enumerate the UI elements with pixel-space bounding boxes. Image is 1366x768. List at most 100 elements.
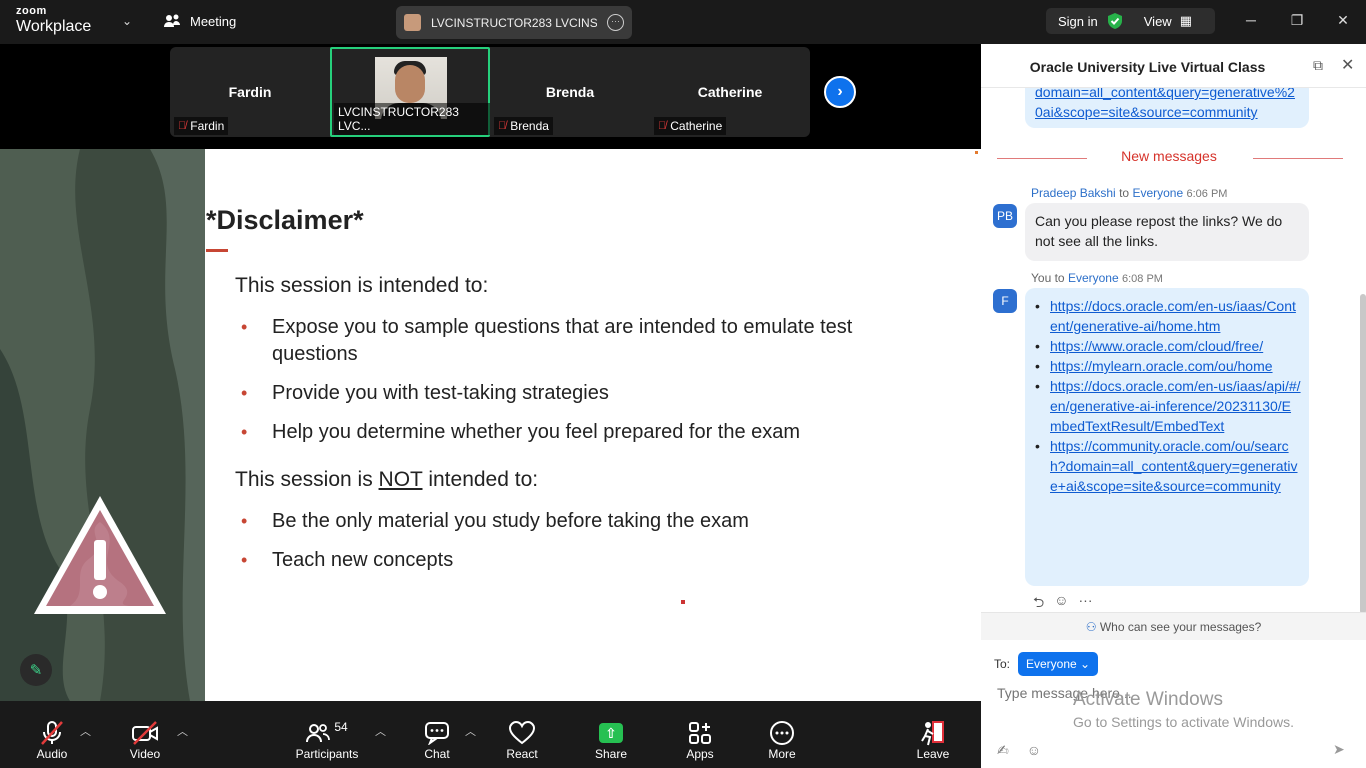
link-list: https://docs.oracle.com/en-us/iaas/Conte…: [1035, 296, 1301, 496]
annotate-pencil-icon[interactable]: ✎: [20, 654, 52, 686]
emoji-icon[interactable]: ☺: [1027, 742, 1041, 759]
zoom-workplace-logo[interactable]: zoom Workplace: [16, 6, 91, 35]
chat-options-caret[interactable]: ︿: [465, 723, 476, 739]
link-item[interactable]: https://mylearn.oracle.com/ou/home: [1050, 358, 1273, 374]
restore-icon[interactable]: ❐: [1274, 0, 1320, 40]
video-options-caret[interactable]: ︿: [177, 723, 188, 739]
participant-tile-fardin[interactable]: Fardin 🎙̸ Fardin: [170, 47, 330, 137]
meeting-tab[interactable]: LVCINSTRUCTOR283 LVCINSTRUC ···: [396, 6, 632, 39]
instructor-avatar: [404, 14, 421, 31]
grid-icon: ▦: [1179, 13, 1192, 28]
close-chat-icon[interactable]: ✕: [1341, 55, 1354, 75]
intended-bullet: Help you determine whether you feel prep…: [241, 419, 912, 446]
apps-button[interactable]: Apps: [684, 719, 716, 761]
shield-check-icon[interactable]: [1106, 12, 1124, 30]
who-can-see-bar[interactable]: ⚇ Who can see your messages?: [981, 612, 1366, 640]
remote-cursor: [681, 600, 685, 604]
intended-bullet: Provide you with test-taking strategies: [241, 380, 912, 407]
chat-header: Oracle University Live Virtual Class ⧉ ✕: [981, 44, 1366, 88]
sign-in-button[interactable]: Sign in: [1046, 14, 1106, 29]
video-label: Video: [129, 747, 161, 761]
meeting-menu[interactable]: Meeting: [164, 13, 236, 29]
to-word: to: [1054, 271, 1065, 285]
leave-button[interactable]: Leave: [916, 719, 950, 761]
audio-button[interactable]: Audio: [34, 719, 70, 761]
who-can-see-text: Who can see your messages?: [1099, 620, 1262, 634]
recipient-value: Everyone: [1026, 657, 1077, 671]
close-icon[interactable]: ✕: [1320, 0, 1366, 40]
view-label: View: [1143, 13, 1172, 29]
audio-label: Audio: [36, 747, 68, 761]
chat-label: Chat: [424, 747, 450, 761]
avatar[interactable]: PB: [993, 204, 1017, 228]
video-button[interactable]: Video: [126, 719, 164, 761]
link-item[interactable]: https://community.oracle.com/ou/search?d…: [1050, 438, 1298, 494]
more-dots-icon: [770, 721, 794, 745]
not-heading-not: NOT: [378, 468, 423, 491]
message-bubble: Can you please repost the links? We do n…: [1025, 203, 1309, 261]
link-item[interactable]: https://docs.oracle.com/en-us/iaas/api/#…: [1050, 378, 1301, 434]
previous-link[interactable]: domain=all_content&query=generative%20ai…: [1035, 88, 1299, 122]
logo-workplace-text: Workplace: [16, 18, 92, 35]
participant-tiles: Fardin 🎙̸ Fardin LVCINSTRUCTOR283 LVC... …: [170, 47, 810, 137]
window-controls: ─ ❐ ✕: [1228, 0, 1366, 40]
warning-triangle-icon: [34, 496, 166, 614]
participants-label: Participants: [295, 747, 359, 761]
to-label: To:: [994, 657, 1011, 671]
sender-name[interactable]: Pradeep Bakshi: [1031, 186, 1116, 200]
composer-tools: ✍ ☺: [997, 742, 1041, 759]
avatar[interactable]: F: [993, 289, 1017, 313]
nametag-text: Catherine: [670, 119, 723, 133]
mic-muted-icon: 🎙̸: [498, 120, 507, 132]
participant-nametag: 🎙̸ Brenda: [494, 117, 553, 135]
meeting-tab-text: LVCINSTRUCTOR283 LVCINSTRUC: [431, 15, 597, 30]
list-item: https://community.oracle.com/ou/search?d…: [1035, 436, 1301, 496]
react-button[interactable]: React: [504, 719, 540, 761]
not-intended-bullet: Teach new concepts: [241, 547, 912, 574]
chat-scrollbar[interactable]: [1360, 294, 1366, 614]
chevron-down-icon[interactable]: ⌄: [122, 14, 132, 28]
chat-button[interactable]: Chat: [420, 719, 454, 761]
participant-tile-catherine[interactable]: Catherine 🎙̸ Catherine: [650, 47, 810, 137]
message-time: 6:08 PM: [1122, 273, 1163, 285]
participant-name-large: Fardin: [228, 84, 272, 100]
participants-count: 54: [334, 720, 348, 734]
send-icon[interactable]: ➤: [1333, 741, 1345, 758]
participants-options-caret[interactable]: ︿: [375, 723, 386, 739]
format-text-icon[interactable]: ✍: [997, 742, 1009, 759]
message-sender-line: You to Everyone 6:08 PM: [1031, 271, 1163, 285]
orange-marker: [975, 151, 978, 154]
chat-title: Oracle University Live Virtual Class: [1029, 59, 1266, 75]
mic-muted-icon: 🎙̸: [658, 120, 667, 132]
apps-icon: [689, 722, 711, 744]
participant-tile-brenda[interactable]: Brenda 🎙̸ Brenda: [490, 47, 650, 137]
audio-options-caret[interactable]: ︿: [80, 723, 91, 739]
link-item[interactable]: https://www.oracle.com/cloud/free/: [1050, 338, 1263, 354]
more-button[interactable]: More: [766, 719, 798, 761]
not-intended-bullet: Be the only material you study before ta…: [241, 508, 912, 535]
share-label: Share: [594, 747, 628, 761]
popout-icon[interactable]: ⧉: [1313, 57, 1323, 74]
link-item[interactable]: https://docs.oracle.com/en-us/iaas/Conte…: [1050, 298, 1296, 334]
more-icon[interactable]: ···: [607, 14, 624, 31]
activate-windows-title: Activate Windows: [1073, 689, 1223, 710]
title-underline: [206, 249, 228, 252]
recipient-dropdown[interactable]: Everyone ⌄: [1018, 652, 1099, 676]
share-arrow-icon: ⇧: [599, 723, 623, 743]
participant-tile-instructor[interactable]: LVCINSTRUCTOR283 LVC...: [330, 47, 490, 137]
minimize-icon[interactable]: ─: [1228, 0, 1274, 40]
message-bubble: https://docs.oracle.com/en-us/iaas/Conte…: [1025, 288, 1309, 586]
participant-name-large: Brenda: [545, 84, 595, 100]
next-page-button[interactable]: ›: [824, 76, 856, 108]
sender-name: You: [1031, 271, 1052, 285]
participant-nametag: LVCINSTRUCTOR283 LVC...: [334, 103, 490, 135]
participants-button[interactable]: 54 Participants: [294, 719, 360, 761]
to-word: to: [1119, 186, 1130, 200]
new-messages-divider: New messages: [997, 148, 1343, 168]
view-button[interactable]: View ▦: [1124, 13, 1198, 29]
account-group: Sign in View ▦: [1046, 8, 1215, 34]
list-item: https://docs.oracle.com/en-us/iaas/api/#…: [1035, 376, 1301, 436]
participants-icon: [306, 724, 331, 743]
share-button[interactable]: ⇧ Share: [594, 719, 628, 761]
participant-name-large: Catherine: [697, 84, 763, 100]
